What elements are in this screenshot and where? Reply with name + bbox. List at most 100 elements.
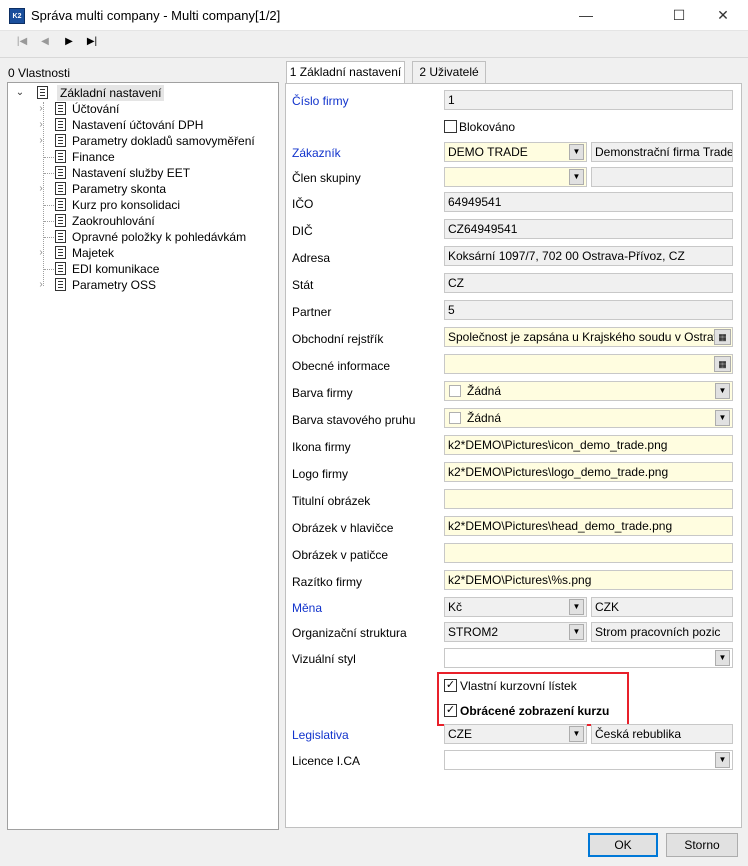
label-partner: Partner (292, 305, 332, 319)
ok-button[interactable]: OK (588, 833, 658, 857)
chevron-right-icon[interactable]: › (36, 245, 46, 261)
zakaznik-select[interactable]: DEMO TRADE (444, 142, 587, 162)
tree-item[interactable]: EDI komunikace (8, 261, 276, 277)
obchodni-rejstrik-field[interactable]: Společnost je zapsána u Krajského soudu … (444, 327, 733, 347)
chevron-down-icon[interactable]: ▼ (569, 624, 584, 640)
mena-select[interactable]: Kč (444, 597, 587, 617)
tree-item-label: Základní nastavení (57, 85, 165, 101)
barva-stavoveho-pruhu-select[interactable]: Žádná (444, 408, 733, 428)
close-icon[interactable]: ✕ (700, 0, 746, 31)
document-icon (55, 214, 66, 227)
first-record-icon[interactable]: |◀ (13, 34, 31, 50)
chevron-right-icon[interactable]: › (36, 117, 46, 133)
chevron-right-icon[interactable]: › (36, 277, 46, 293)
chevron-down-icon[interactable]: ▼ (569, 169, 584, 185)
obecne-informace-field[interactable] (444, 354, 733, 374)
label-adresa: Adresa (292, 251, 331, 265)
next-record-icon[interactable]: ▶ (60, 34, 78, 50)
label-ikona-firmy: Ikona firmy (292, 440, 351, 454)
document-icon (55, 262, 66, 275)
obracene-zobrazeni-kurzu-checkbox[interactable]: ✓ (444, 704, 457, 717)
zakaznik-name-field: Demonstrační firma Trade, sp (591, 142, 733, 162)
clen-skupiny-select[interactable] (444, 167, 587, 187)
tree-item[interactable]: › Nastavení účtování DPH (8, 117, 276, 133)
document-icon (55, 166, 66, 179)
ikona-firmy-field[interactable]: k2*DEMO\Pictures\icon_demo_trade.png (444, 435, 733, 455)
chevron-down-icon[interactable]: ▼ (715, 383, 730, 399)
chevron-down-icon[interactable]: ▼ (715, 752, 730, 768)
document-icon (55, 150, 66, 163)
label-zakaznik: Zákazník (292, 146, 341, 160)
chevron-right-icon[interactable]: › (36, 133, 46, 149)
storno-button[interactable]: Storno (666, 833, 738, 857)
app-icon: K2 (9, 8, 25, 24)
tree-item[interactable]: Kurz pro konsolidaci (8, 197, 276, 213)
last-record-icon[interactable]: ▶| (83, 34, 101, 50)
tree-item-label: Účtování (72, 102, 120, 116)
document-icon (55, 134, 66, 147)
ellipsis-icon[interactable]: ▦ (714, 356, 731, 372)
razitko-firmy-field[interactable]: k2*DEMO\Pictures\%s.png (444, 570, 733, 590)
tree-item-label: EDI komunikace (72, 262, 160, 276)
prev-record-icon[interactable]: ◀ (36, 34, 54, 50)
tree-item[interactable]: › Parametry dokladů samovyměření (8, 133, 276, 149)
tree-item-label: Nastavení služby EET (72, 166, 191, 180)
chevron-down-icon[interactable]: ▼ (569, 726, 584, 742)
maximize-icon[interactable]: ☐ (656, 0, 702, 31)
vlastni-kurzovni-listek-checkbox[interactable]: ✓ (444, 679, 457, 692)
obrazek-v-paticce-field[interactable] (444, 543, 733, 563)
obrazek-v-hlavicce-field[interactable]: k2*DEMO\Pictures\head_demo_trade.png (444, 516, 733, 536)
minimize-icon[interactable]: — (563, 0, 609, 31)
chevron-right-icon[interactable]: › (36, 181, 46, 197)
tab-basic-settings[interactable]: 1 Základní nastavení (286, 61, 405, 84)
stat-field[interactable]: CZ (444, 273, 733, 293)
color-swatch-icon (449, 412, 461, 424)
tree-item[interactable]: Finance (8, 149, 276, 165)
tree-item[interactable]: Opravné položky k pohledávkám (8, 229, 276, 245)
chevron-right-icon[interactable]: › (36, 101, 46, 117)
tree-item-root[interactable]: ⌄ Základní nastavení (15, 85, 275, 101)
mena-code-field: CZK (591, 597, 733, 617)
chevron-down-icon[interactable]: ▼ (569, 599, 584, 615)
partner-field[interactable]: 5 (444, 300, 733, 320)
label-logo-firmy: Logo firmy (292, 467, 349, 481)
ellipsis-icon[interactable]: ▦ (714, 329, 731, 345)
blokovano-checkbox[interactable] (444, 120, 457, 133)
chevron-down-icon[interactable]: ▼ (715, 650, 730, 666)
titulni-obrazek-field[interactable] (444, 489, 733, 509)
tree-item[interactable]: › Účtování (8, 101, 276, 117)
chevron-down-icon[interactable]: ▼ (715, 410, 730, 426)
document-icon (55, 198, 66, 211)
chevron-down-icon[interactable]: ▼ (569, 144, 584, 160)
chevron-down-icon[interactable]: ⌄ (15, 85, 25, 101)
tree-item[interactable]: Nastavení služby EET (8, 165, 276, 181)
organizacni-struktura-select[interactable]: STROM2 (444, 622, 587, 642)
logo-firmy-field[interactable]: k2*DEMO\Pictures\logo_demo_trade.png (444, 462, 733, 482)
label-dic: DIČ (292, 224, 313, 238)
tree-item-label: Parametry skonta (72, 182, 167, 196)
tree-item[interactable]: › Parametry OSS (8, 277, 276, 293)
legislativa-name-field: Česká rebublika (591, 724, 733, 744)
adresa-field[interactable]: Koksární 1097/7, 702 00 Ostrava-Přívoz, … (444, 246, 733, 266)
tree-item[interactable]: Zaokrouhlování (8, 213, 276, 229)
cislo-firmy-field[interactable]: 1 (444, 90, 733, 110)
label-legislativa: Legislativa (292, 728, 349, 742)
licence-ica-select[interactable] (444, 750, 733, 770)
barva-firmy-select[interactable]: Žádná (444, 381, 733, 401)
label-cislo-firmy: Číslo firmy (292, 94, 349, 108)
legislativa-select[interactable]: CZE (444, 724, 587, 744)
tab-users[interactable]: 2 Uživatelé (412, 61, 486, 83)
tree-item-label: Nastavení účtování DPH (72, 118, 204, 132)
tree-item[interactable]: › Parametry skonta (8, 181, 276, 197)
label-stat: Stát (292, 278, 314, 292)
document-icon (55, 278, 66, 291)
properties-tree[interactable]: ⌄ Základní nastavení › Účtování › Nastavení… (7, 82, 279, 830)
label-vizualni-styl: Vizuální styl (292, 652, 356, 666)
tree-item[interactable]: › Majetek (8, 245, 276, 261)
dic-field[interactable]: CZ64949541 (444, 219, 733, 239)
tree-item-label: Zaokrouhlování (72, 214, 155, 228)
ico-field[interactable]: 64949541 (444, 192, 733, 212)
tree-item-label: Parametry dokladů samovyměření (72, 134, 255, 148)
document-icon (37, 86, 48, 99)
vizualni-styl-select[interactable] (444, 648, 733, 668)
